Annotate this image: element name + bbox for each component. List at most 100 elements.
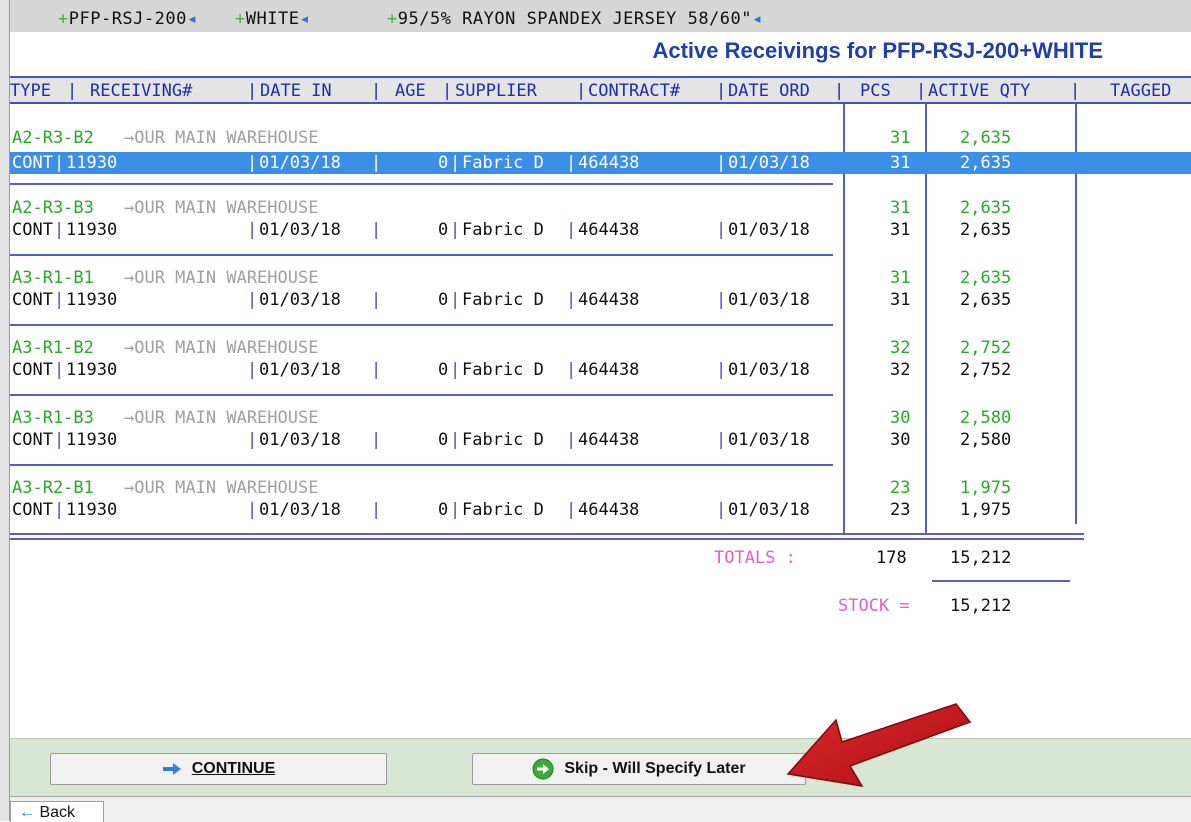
cell-sep: |: [450, 220, 461, 240]
cell-sep: |: [247, 220, 258, 240]
location-code: A2-R3-B2: [12, 128, 94, 148]
totals-label: TOTALS :: [714, 548, 796, 568]
cell-supplier: Fabric D: [462, 430, 544, 450]
cell-age: 0: [438, 290, 449, 310]
table-row-selected[interactable]: CONT | 11930 | 01/03/18 | 0 | Fabric D |…: [10, 152, 1191, 174]
location-group[interactable]: A3-R1-B1 →OUR MAIN WAREHOUSE 31 2,635 CO…: [10, 268, 1191, 310]
col-sep: |: [834, 81, 845, 101]
cell-date-ord: 01/03/18: [728, 500, 810, 520]
cell-sep: |: [54, 153, 65, 173]
table-bottom-rule: [10, 533, 1084, 535]
cell-contract: 464438: [578, 360, 640, 380]
col-supplier[interactable]: SUPPLIER: [455, 81, 537, 101]
cell-sep: |: [716, 220, 727, 240]
col-pcs[interactable]: PCS: [860, 81, 891, 101]
cell-sep: |: [371, 430, 382, 450]
red-pointer-arrow: [786, 703, 972, 787]
cell-sep: |: [566, 153, 577, 173]
cell-contract: 464438: [578, 500, 640, 520]
plus-icon: +: [387, 9, 398, 29]
col-tagged[interactable]: TAGGED: [1110, 81, 1171, 101]
cell-supplier: Fabric D: [462, 220, 544, 240]
cell-type: CONT: [12, 290, 53, 310]
location-group[interactable]: A2-R3-B3 →OUR MAIN WAREHOUSE 31 2,635 CO…: [10, 198, 1191, 240]
location-code: A3-R1-B1: [12, 268, 94, 288]
column-header: TYPE | RECEIVING# | DATE IN | AGE | SUPP…: [10, 76, 1191, 104]
col-receiving[interactable]: RECEIVING#: [90, 81, 192, 101]
cell-sep: |: [54, 500, 65, 520]
cell-receiving: 11930: [66, 290, 118, 310]
cell-date-ord: 01/03/18: [728, 220, 810, 240]
cell-date-in: 01/03/18: [259, 360, 341, 380]
cell-receiving: 11930: [66, 500, 118, 520]
continue-button[interactable]: CONTINUE: [50, 753, 387, 785]
arrow-left-icon: ←: [19, 804, 35, 821]
cell-sep: |: [566, 500, 577, 520]
location-group[interactable]: A3-R2-B1 →OUR MAIN WAREHOUSE 23 1,975 CO…: [10, 478, 1191, 520]
totals-pcs: 178: [876, 548, 907, 568]
col-age[interactable]: AGE: [395, 81, 426, 101]
cell-sep: |: [566, 220, 577, 240]
skip-label: Skip - Will Specify Later: [564, 760, 746, 777]
green-circle-arrow-icon: [532, 758, 554, 780]
col-date-ord[interactable]: DATE ORD: [728, 81, 810, 101]
cell-age: 0: [438, 153, 449, 173]
location-destination: →OUR MAIN WAREHOUSE: [124, 268, 319, 288]
group-qty: 2,752: [960, 338, 1012, 358]
cell-date-in: 01/03/18: [259, 500, 341, 520]
col-type[interactable]: TYPE: [10, 81, 51, 101]
cell-type: CONT: [12, 220, 53, 240]
totals-rule: [932, 580, 1070, 582]
cell-type: CONT: [12, 500, 53, 520]
group-divider: [10, 324, 833, 326]
cell-age: 0: [438, 500, 449, 520]
cell-pcs: 32: [890, 360, 911, 380]
location-group[interactable]: A3-R1-B3 →OUR MAIN WAREHOUSE 30 2,580 CO…: [10, 408, 1191, 450]
cell-type: CONT: [12, 153, 53, 173]
group-pcs: 30: [890, 408, 911, 428]
back-tab[interactable]: ← Back: [10, 801, 104, 822]
cell-sep: |: [566, 290, 577, 310]
cell-contract: 464438: [578, 290, 640, 310]
col-contract[interactable]: CONTRACT#: [588, 81, 680, 101]
location-code: A3-R1-B2: [12, 338, 94, 358]
group-qty: 2,635: [960, 268, 1012, 288]
cell-qty: 1,975: [960, 500, 1012, 520]
cell-contract: 464438: [578, 220, 640, 240]
location-code: A3-R2-B1: [12, 478, 94, 498]
cell-sep: |: [450, 430, 461, 450]
cell-sep: |: [566, 430, 577, 450]
cell-sep: |: [371, 153, 382, 173]
location-destination: →OUR MAIN WAREHOUSE: [124, 408, 319, 428]
style-code-segment[interactable]: +PFP-RSJ-200◂: [58, 9, 198, 29]
cell-pcs: 31: [890, 220, 911, 240]
cell-receiving: 11930: [66, 220, 118, 240]
cell-date-in: 01/03/18: [259, 153, 341, 173]
col-date-in[interactable]: DATE IN: [260, 81, 332, 101]
col-sep: |: [716, 81, 727, 101]
cell-receiving: 11930: [66, 430, 118, 450]
cell-date-ord: 01/03/18: [728, 290, 810, 310]
cell-sep: |: [450, 290, 461, 310]
col-sep: |: [916, 81, 927, 101]
col-active-qty[interactable]: ACTIVE QTY: [928, 81, 1030, 101]
location-group[interactable]: A3-R1-B2 →OUR MAIN WAREHOUSE 32 2,752 CO…: [10, 338, 1191, 380]
group-divider: [10, 464, 833, 466]
arrow-right-icon: [162, 762, 182, 776]
cell-pcs: 23: [890, 500, 911, 520]
col-sep: |: [576, 81, 587, 101]
location-destination: →OUR MAIN WAREHOUSE: [124, 128, 319, 148]
group-divider: [10, 254, 833, 256]
cell-age: 0: [438, 220, 449, 240]
cell-type: CONT: [12, 430, 53, 450]
left-triangle-icon: ◂: [186, 9, 198, 29]
cell-pcs: 31: [890, 290, 911, 310]
description-segment[interactable]: +95/5% RAYON SPANDEX JERSEY 58/60"◂: [387, 9, 763, 29]
cell-qty: 2,752: [960, 360, 1012, 380]
color-segment[interactable]: +WHITE◂: [235, 9, 310, 29]
cell-sep: |: [54, 430, 65, 450]
col-sep: |: [247, 81, 258, 101]
left-triangle-icon: ◂: [299, 9, 311, 29]
cell-sep: |: [54, 290, 65, 310]
action-bar: CONTINUE Skip - Will Specify Later: [10, 738, 1191, 797]
